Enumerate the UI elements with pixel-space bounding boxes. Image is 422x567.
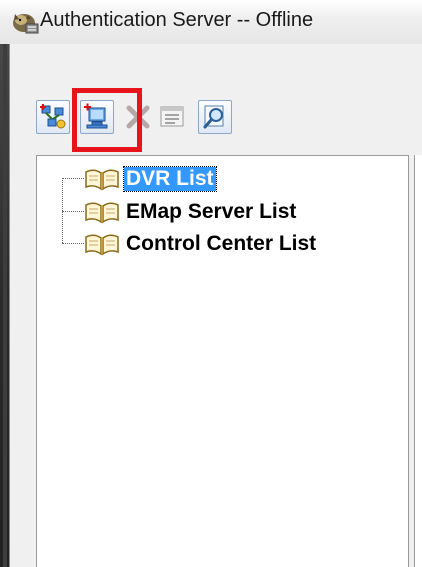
open-book-icon bbox=[85, 202, 119, 224]
authentication-server-window: Authentication Server -- Offline DVR Lis… bbox=[0, 0, 422, 567]
open-book-icon bbox=[85, 169, 119, 191]
tree-connector bbox=[62, 211, 84, 212]
add-group-button[interactable] bbox=[36, 100, 70, 134]
open-book-icon bbox=[85, 234, 119, 256]
tree-item-label: EMap Server List bbox=[126, 200, 297, 223]
window-title: Authentication Server -- Offline bbox=[40, 9, 314, 31]
tree-item-label: DVR List bbox=[123, 166, 217, 192]
tree-connector bbox=[62, 178, 84, 179]
magnifier-icon bbox=[203, 105, 224, 129]
properties-list-icon bbox=[160, 106, 184, 127]
server-wolf-icon bbox=[13, 14, 39, 34]
tree-connector bbox=[62, 243, 84, 244]
tree-item-label: Control Center List bbox=[126, 232, 317, 255]
properties-button[interactable] bbox=[156, 100, 190, 134]
highlight-box bbox=[72, 88, 142, 152]
add-network-group-icon bbox=[40, 104, 66, 129]
detail-pane bbox=[414, 155, 422, 567]
title-bar[interactable]: Authentication Server -- Offline bbox=[0, 0, 422, 44]
search-button[interactable] bbox=[198, 100, 232, 134]
